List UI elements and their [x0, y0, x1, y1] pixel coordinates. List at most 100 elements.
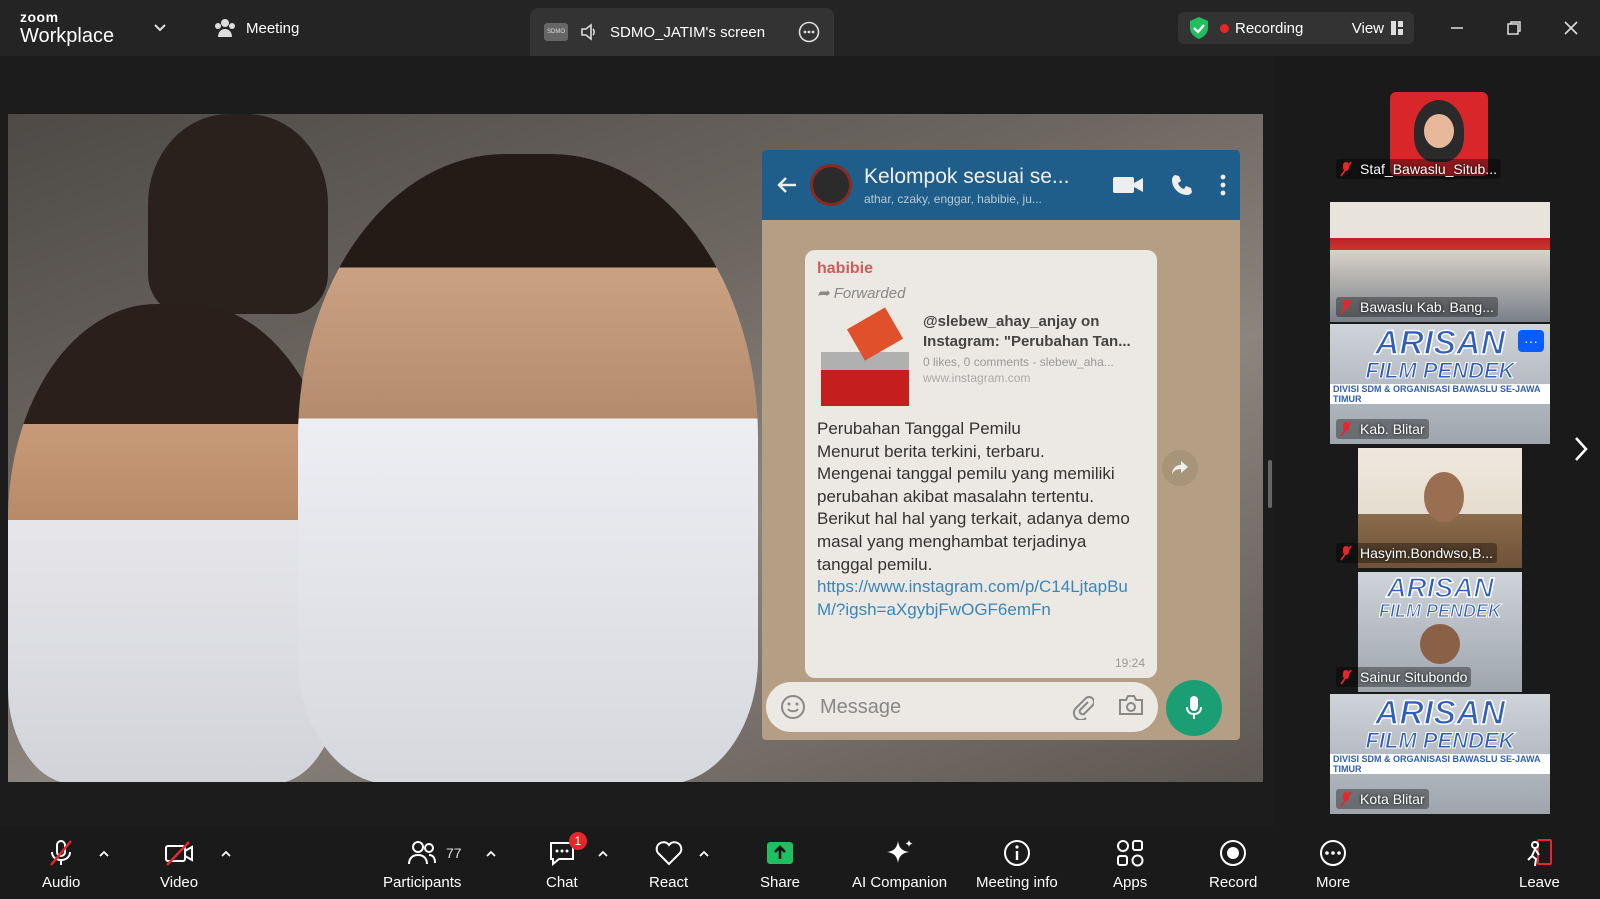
participant-name: Kab. Blitar [1336, 419, 1429, 439]
sparkle-icon [886, 840, 913, 863]
chevron-up-icon[interactable] [485, 848, 497, 860]
close-button[interactable] [1557, 14, 1585, 42]
people-icon [215, 19, 235, 37]
message-time: 19:24 [1114, 656, 1145, 670]
zoom-logo: zoom Workplace [20, 10, 114, 46]
person-figure [148, 114, 328, 314]
panel-resize-handle[interactable] [1268, 460, 1272, 508]
react-button[interactable]: React [649, 838, 688, 891]
video-call-icon [1113, 177, 1143, 193]
speaker-icon[interactable] [580, 23, 598, 41]
chat-unread-badge: 1 [568, 832, 587, 850]
shield-check-icon[interactable] [1188, 16, 1210, 40]
message-placeholder: Message [820, 695, 902, 718]
participants-icon [408, 841, 437, 865]
whatsapp-screenshot: Kelompok sesuai se... athar, czaky, engg… [762, 150, 1240, 740]
participant-name: Sainur Situbondo [1336, 667, 1472, 687]
link-preview-url: www.instagram.com [923, 371, 1031, 385]
grid-view-icon [1391, 21, 1403, 35]
participant-tile[interactable]: ARISAN FILM PENDEK DIVISI SDM & ORGANISA… [1330, 694, 1550, 814]
participant-name: Staf_Bawaslu_Situb... [1336, 159, 1501, 179]
participant-tile[interactable]: Bawaslu Kab. Bang... [1330, 202, 1550, 322]
back-arrow-icon [777, 177, 796, 193]
chat-label: Chat [546, 874, 578, 891]
record-icon [1220, 840, 1247, 866]
meeting-info-button[interactable]: Meeting info [976, 838, 1058, 891]
sharer-avatar: SDMO [544, 23, 568, 41]
view-label: View [1351, 19, 1384, 37]
message-link: https://www.instagram.com/p/C14LjtapBuM/… [817, 577, 1128, 619]
chat-title: Kelompok sesuai se... [864, 164, 1070, 188]
ballot-box-icon [817, 307, 913, 408]
ai-companion-button[interactable]: AI Companion [852, 838, 947, 891]
participant-tile[interactable]: ARISAN FILM PENDEK DIVISI SDM & ORGANISA… [1330, 324, 1550, 444]
mic-record-icon [1166, 680, 1222, 736]
leave-button[interactable]: Leave [1519, 838, 1560, 891]
share-screen-icon [767, 842, 794, 864]
more-button[interactable]: More [1316, 838, 1350, 891]
kebab-menu-icon [1220, 174, 1226, 196]
muted-mic-icon [1340, 299, 1352, 315]
chevron-up-icon[interactable] [698, 848, 710, 860]
minimize-button[interactable] [1443, 14, 1471, 42]
screen-share-tab[interactable]: SDMO SDMO_JATIM's screen [530, 8, 834, 56]
ai-companion-label: AI Companion [852, 874, 948, 891]
link-preview-meta: 0 likes, 0 comments - slebew_aha... [923, 355, 1114, 369]
chat-button[interactable]: 1 Chat [546, 832, 587, 891]
shared-screen-stage: Kelompok sesuai se... athar, czaky, engg… [0, 56, 1275, 826]
heart-icon [655, 841, 682, 866]
chevron-down-icon[interactable] [152, 20, 168, 36]
person-figure [8, 304, 338, 782]
audio-button[interactable]: Audio [42, 838, 80, 891]
record-label: Record [1209, 874, 1258, 891]
recording-label: Recording [1235, 19, 1304, 37]
close-icon [1564, 21, 1578, 35]
camera-icon [1119, 695, 1143, 715]
more-label: More [1316, 874, 1351, 891]
info-icon [1003, 840, 1030, 866]
meeting-tab[interactable]: Meeting [214, 18, 299, 38]
chevron-right-icon[interactable] [1568, 434, 1592, 464]
participant-tile[interactable]: ARISAN FILM PENDEK Sainur Situbondo [1330, 572, 1550, 692]
participant-name: Kota Blitar [1336, 789, 1429, 809]
muted-mic-icon [1340, 421, 1352, 437]
chevron-up-icon[interactable] [597, 848, 609, 860]
logo-workplace-text: Workplace [20, 25, 115, 47]
chevron-up-icon[interactable] [220, 848, 232, 860]
muted-mic-icon [1340, 791, 1352, 807]
forward-icon [1162, 450, 1198, 486]
more-options-icon[interactable] [798, 21, 820, 43]
attach-icon [1072, 696, 1094, 720]
message-input-bar: Message [766, 682, 1158, 732]
recording-status[interactable]: Recording View [1178, 12, 1414, 44]
meeting-tab-label: Meeting [246, 19, 300, 37]
restore-button[interactable] [1500, 14, 1528, 42]
participant-tile[interactable]: Staf_Bawaslu_Situb... [1330, 88, 1550, 184]
emoji-icon [781, 695, 805, 719]
muted-mic-icon [1340, 669, 1352, 685]
screen-share-label: SDMO_JATIM's screen [610, 23, 766, 41]
message-bubble: habibie ➦ Forwarded @slebew_ahay_anjay o… [805, 250, 1157, 678]
share-button[interactable]: Share [760, 838, 800, 891]
forwarded-label: ➦ Forwarded [817, 285, 906, 302]
shared-video-frame[interactable]: Kelompok sesuai se... athar, czaky, engg… [8, 114, 1263, 782]
record-button[interactable]: Record [1209, 838, 1257, 891]
person-figure [298, 154, 758, 782]
tile-more-button[interactable]: ··· [1518, 330, 1544, 352]
participant-tile[interactable]: Hasyim.Bondwso,B... [1330, 448, 1550, 568]
message-sender: habibie [817, 260, 874, 277]
chevron-up-icon[interactable] [98, 848, 110, 860]
mic-muted-icon [50, 840, 73, 866]
logo-zoom-text: zoom [20, 9, 59, 25]
recording-dot-icon [1220, 23, 1229, 33]
participants-label: Participants [383, 874, 462, 891]
participant-name: Hasyim.Bondwso,B... [1336, 543, 1498, 563]
video-button[interactable]: Video [160, 838, 198, 891]
link-preview-title: @slebew_ahay_anjay on Instagram: "Peruba… [923, 313, 1131, 350]
view-button[interactable]: View [1352, 20, 1404, 37]
restore-icon [1507, 21, 1521, 35]
minimize-icon [1451, 27, 1463, 29]
muted-mic-icon [1340, 545, 1352, 561]
group-avatar [810, 164, 852, 206]
apps-button[interactable]: Apps [1113, 838, 1147, 891]
